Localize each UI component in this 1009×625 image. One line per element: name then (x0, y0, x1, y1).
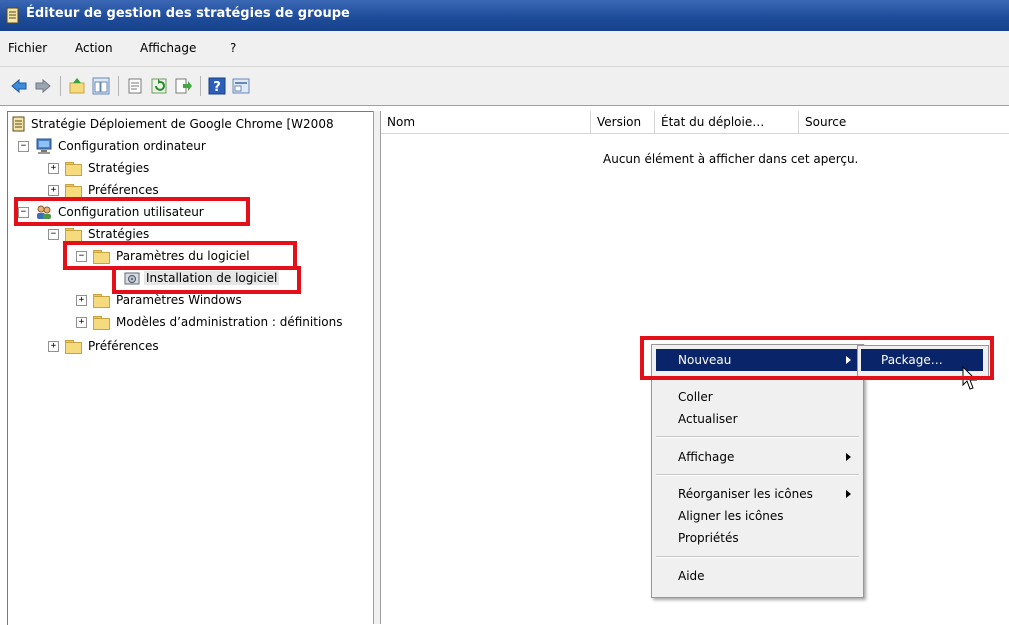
menu-fichier[interactable]: Fichier (8, 41, 47, 55)
menu-separator (656, 436, 859, 438)
expand-icon[interactable]: + (48, 340, 59, 352)
back-icon[interactable] (10, 77, 28, 95)
menu-separator (656, 556, 859, 558)
menu-item-affichage[interactable]: Affichage (656, 446, 859, 468)
toolbar: ? (0, 67, 1009, 106)
context-menu: Nouveau Coller Actualiser Affichage Réor… (651, 344, 864, 598)
menu-bar: Fichier Action Affichage ? (0, 31, 1009, 67)
window-title: Éditeur de gestion des stratégies de gro… (26, 6, 350, 21)
column-header-etat[interactable]: État du déploie… (655, 111, 799, 133)
menu-item-actualiser[interactable]: Actualiser (656, 408, 859, 430)
highlight-box-user-configuration (14, 197, 250, 226)
toolbar-separator (60, 76, 61, 96)
highlight-box-software-installation (112, 266, 301, 294)
submenu-arrow-icon (846, 453, 851, 461)
tree-label: Stratégies (88, 161, 150, 175)
menu-item-coller[interactable]: Coller (656, 386, 859, 408)
expand-icon[interactable]: + (76, 294, 87, 306)
folder-icon (93, 315, 110, 330)
console-view-icon[interactable] (232, 77, 250, 95)
menu-item-reorganiser[interactable]: Réorganiser les icônes (656, 483, 859, 505)
forward-icon[interactable] (34, 77, 52, 95)
tree-item-computer-strategies[interactable]: + Stratégies (48, 158, 149, 178)
folder-icon (65, 227, 82, 242)
folder-icon (65, 161, 82, 176)
tree-label: Préférences (88, 183, 159, 197)
menu-item-aligner[interactable]: Aligner les icônes (656, 505, 859, 527)
menu-item-proprietes[interactable]: Propriétés (656, 527, 859, 549)
column-header-source[interactable]: Source (799, 111, 1009, 133)
toolbar-separator (200, 76, 201, 96)
console-tree: Stratégie Déploiement de Google Chrome [… (7, 111, 374, 625)
column-header-version[interactable]: Version (591, 111, 655, 133)
help-icon[interactable]: ? (208, 77, 226, 95)
menu-item-label: Actualiser (678, 412, 738, 426)
folder-icon (65, 183, 82, 198)
policy-editor-icon (6, 7, 19, 24)
tree-item-user-preferences[interactable]: + Préférences (48, 336, 159, 356)
expand-icon[interactable]: + (48, 184, 59, 196)
collapse-icon[interactable]: − (48, 228, 59, 240)
menu-action[interactable]: Action (75, 41, 113, 55)
menu-item-label: Aligner les icônes (678, 509, 784, 523)
tree-item-computer-configuration[interactable]: − Configuration ordinateur (18, 136, 206, 156)
tree-item-root[interactable]: Stratégie Déploiement de Google Chrome [… (12, 114, 334, 134)
tree-label: Paramètres Windows (116, 293, 242, 307)
tree-item-admin-templates[interactable]: + Modèles d’administration : définitions (76, 312, 342, 332)
pane-splitter[interactable] (373, 111, 381, 624)
show-hide-tree-icon[interactable] (92, 77, 110, 95)
tree-label: Stratégie Déploiement de Google Chrome [… (31, 117, 334, 131)
computer-icon (36, 138, 52, 154)
expand-icon[interactable]: + (76, 316, 87, 328)
menu-help[interactable]: ? (230, 41, 236, 55)
submenu-arrow-icon (846, 490, 851, 498)
column-header-nom[interactable]: Nom (381, 111, 591, 133)
tree-label: Stratégies (88, 227, 150, 241)
folder-icon (93, 293, 110, 308)
folder-icon (65, 339, 82, 354)
toolbar-separator (118, 76, 119, 96)
refresh-icon[interactable] (150, 77, 168, 95)
highlight-box-nouveau-package (640, 336, 994, 380)
menu-item-label: Réorganiser les icônes (678, 487, 813, 501)
properties-icon[interactable] (126, 77, 144, 95)
title-bar: Éditeur de gestion des stratégies de gro… (0, 0, 1009, 31)
tree-label: Préférences (88, 339, 159, 353)
menu-item-label: Affichage (678, 450, 735, 464)
export-list-icon[interactable] (174, 77, 192, 95)
empty-list-message: Aucun élément à afficher dans cet aperçu… (603, 152, 859, 166)
policy-scroll-icon (12, 116, 25, 132)
menu-item-label: Propriétés (678, 531, 739, 545)
menu-item-aide[interactable]: Aide (656, 565, 859, 587)
menu-item-label: Coller (678, 390, 713, 404)
svg-text:?: ? (213, 80, 221, 95)
tree-label: Configuration ordinateur (58, 139, 206, 153)
expand-icon[interactable]: + (48, 162, 59, 174)
menu-affichage[interactable]: Affichage (140, 41, 196, 55)
tree-label: Modèles d’administration : définitions (116, 315, 343, 329)
up-folder-icon[interactable] (68, 77, 86, 95)
collapse-icon[interactable]: − (18, 140, 29, 152)
list-header: Nom Version État du déploie… Source (381, 111, 1009, 134)
menu-separator (656, 474, 859, 476)
menu-item-label: Aide (678, 569, 705, 583)
